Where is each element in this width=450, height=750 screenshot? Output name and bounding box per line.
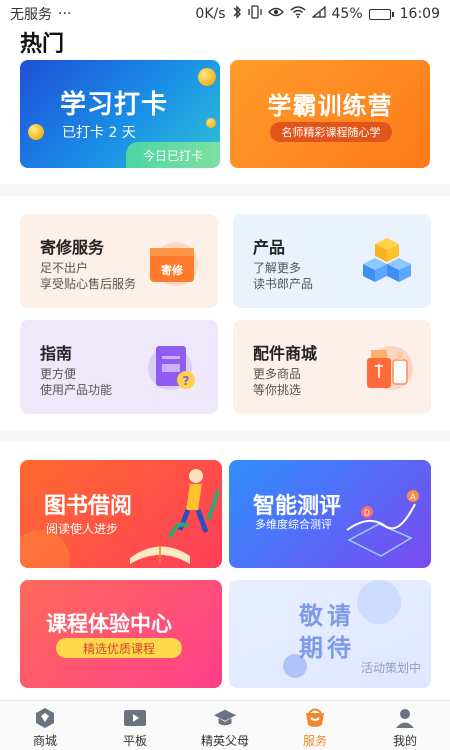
course-subtitle: 精选优质课程	[56, 638, 182, 658]
library-title: 图书借阅	[44, 494, 133, 519]
signal-icon	[310, 5, 326, 22]
svg-text:A: A	[410, 493, 416, 502]
tab-mall[interactable]: 商城	[0, 701, 90, 750]
service-desc: 了解更多	[253, 261, 302, 275]
coming-soon-banner: 敬请 期待 活动策划中	[229, 580, 431, 688]
service-repair-card[interactable]: 寄修服务 足不出户 享受贴心售后服务 寄修	[20, 214, 218, 308]
checkin-title: 学习打卡	[60, 90, 169, 120]
section-title: 热门	[20, 32, 65, 57]
svg-text:?: ?	[183, 374, 190, 388]
graduation-cap-icon	[213, 707, 237, 729]
tab-label: 平板	[122, 734, 147, 748]
tab-elite-parents[interactable]: 精英父母	[180, 701, 270, 750]
training-camp-card[interactable]: 学霸训练营 名师精彩课程随心学	[230, 60, 430, 168]
guide-document-icon: ?	[146, 342, 202, 394]
tab-service[interactable]: 服务	[270, 701, 360, 750]
service-name: 寄修服务	[40, 238, 105, 257]
status-bar: 无服务 ··· 0K/s 45% 16:09	[0, 0, 450, 28]
service-desc: 使用产品功能	[40, 383, 113, 397]
service-accessory-shop-card[interactable]: 配件商城 更多商品 等你挑选	[233, 320, 431, 414]
library-banner[interactable]: 图书借阅 阅读使人进步	[20, 460, 222, 568]
course-experience-banner[interactable]: 课程体验中心 精选优质课程	[20, 580, 222, 688]
usb-accessory-icon	[359, 342, 415, 394]
course-title: 课程体验中心	[46, 612, 172, 636]
camp-subtitle: 名师精彩课程随心学	[270, 122, 392, 142]
product-cubes-icon	[359, 236, 415, 288]
coin-icon	[206, 118, 216, 128]
play-video-icon	[123, 707, 147, 729]
tab-label: 我的	[392, 734, 417, 748]
service-desc: 足不出户	[40, 261, 89, 275]
coming-title-line1: 敬请	[299, 602, 355, 630]
checkin-status-badge: 今日已打卡	[126, 142, 220, 168]
section-divider	[0, 430, 450, 442]
evaluation-subtitle: 多维度综合测评	[255, 518, 332, 531]
coming-subtitle: 活动策划中	[360, 661, 421, 675]
battery-icon	[368, 8, 394, 20]
repair-icon-label: 寄修	[161, 263, 184, 277]
service-product-card[interactable]: 产品 了解更多 读书郎产品	[233, 214, 431, 308]
service-icon	[303, 707, 327, 729]
wifi-icon	[290, 6, 306, 22]
tab-label: 服务	[302, 734, 327, 748]
service-desc: 更方便	[40, 367, 77, 381]
bottom-tab-bar: 商城 平板 精英父母 服务 我的	[0, 700, 450, 750]
profile-icon	[393, 707, 417, 729]
service-desc: 等你挑选	[253, 383, 302, 397]
repair-box-icon: 寄修	[146, 236, 202, 288]
more-dots: ···	[58, 6, 72, 22]
coin-icon	[198, 68, 216, 86]
service-name: 配件商城	[253, 344, 318, 363]
service-guide-card[interactable]: 指南 更方便 使用产品功能 ?	[20, 320, 218, 414]
section-divider	[0, 184, 450, 196]
mall-icon	[33, 707, 57, 729]
service-name: 指南	[40, 344, 73, 363]
library-subtitle: 阅读使人进步	[46, 522, 119, 536]
tab-label: 精英父母	[200, 734, 249, 748]
service-desc: 读书郎产品	[253, 277, 314, 291]
svg-text:D: D	[364, 509, 370, 518]
checkin-subtitle: 已打卡 2 天	[62, 125, 136, 141]
service-page: 无服务 ··· 0K/s 45% 16:09 热门 学习打卡 已打卡 2 天 今…	[0, 0, 450, 750]
battery-text: 45%	[331, 6, 363, 22]
coin-icon	[28, 124, 44, 140]
carrier-text: 无服务	[10, 7, 52, 23]
coming-title-line2: 期待	[299, 634, 355, 662]
vibrate-icon	[247, 5, 262, 23]
eye-icon	[267, 6, 284, 22]
checkin-card[interactable]: 学习打卡 已打卡 2 天 今日已打卡	[20, 60, 220, 168]
service-desc: 享受贴心售后服务	[40, 277, 137, 291]
clock: 16:09	[399, 6, 440, 22]
network-speed: 0K/s	[195, 6, 226, 22]
service-desc: 更多商品	[253, 367, 302, 381]
smart-evaluation-banner[interactable]: D A 智能测评 多维度综合测评	[229, 460, 431, 568]
tab-label: 商城	[32, 734, 57, 748]
tab-tablet[interactable]: 平板	[90, 701, 180, 750]
camp-title: 学霸训练营	[267, 92, 393, 120]
service-name: 产品	[253, 238, 286, 257]
tab-profile[interactable]: 我的	[360, 701, 450, 750]
bluetooth-icon	[232, 5, 242, 23]
